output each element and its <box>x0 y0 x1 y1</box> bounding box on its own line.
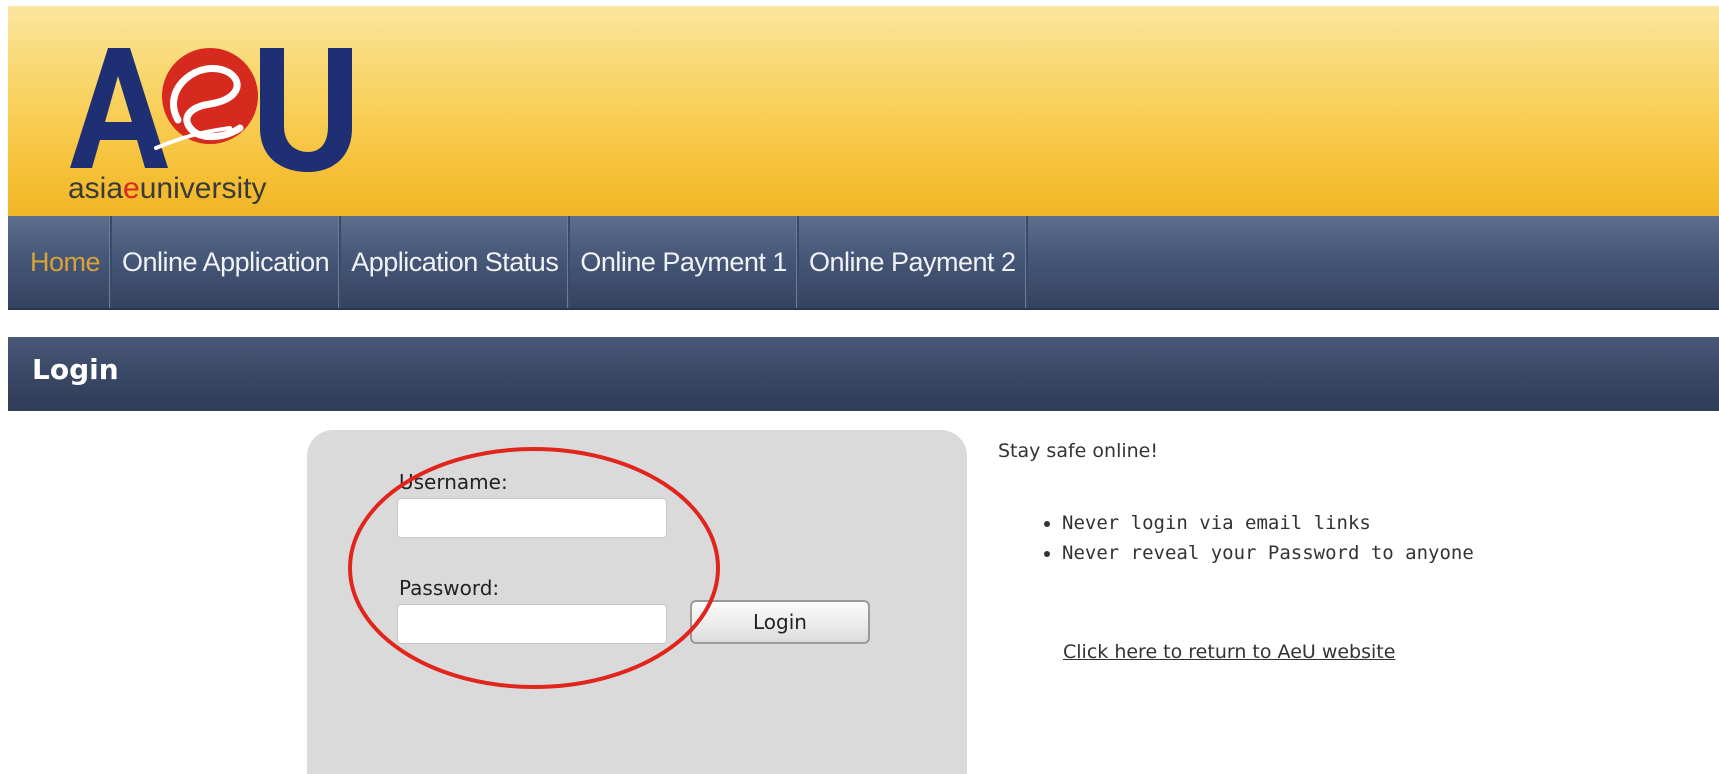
title-bar: Login <box>8 337 1719 411</box>
nav-item-online-payment-2[interactable]: Online Payment 2 <box>799 216 1028 308</box>
aeu-logo[interactable]: asiaeuniversity <box>60 28 360 208</box>
nav-item-online-application[interactable]: Online Application <box>112 216 342 308</box>
nav-item-home[interactable]: Home <box>8 216 113 308</box>
password-input[interactable] <box>397 604 667 644</box>
list-item: Never login via email links <box>1062 508 1474 538</box>
page: asiaeuniversity Home Online Application … <box>0 0 1719 774</box>
safety-tips-list: Never login via email links Never reveal… <box>1026 508 1474 568</box>
main-nav: Home Online Application Application Stat… <box>8 216 1719 310</box>
password-label: Password: <box>399 576 500 600</box>
username-input[interactable] <box>397 498 667 538</box>
header-banner: asiaeuniversity <box>8 6 1719 216</box>
svg-text:asiaeuniversity: asiaeuniversity <box>68 172 266 205</box>
login-panel: Username: Password: Login <box>307 430 967 774</box>
return-to-website-link[interactable]: Click here to return to AeU website <box>1063 641 1395 663</box>
page-title: Login <box>32 353 119 386</box>
nav-item-application-status[interactable]: Application Status <box>341 216 571 308</box>
safety-title: Stay safe online! <box>998 440 1158 462</box>
list-item: Never reveal your Password to anyone <box>1062 538 1474 568</box>
login-button[interactable]: Login <box>690 600 870 644</box>
nav-item-online-payment-1[interactable]: Online Payment 1 <box>570 216 799 308</box>
username-label: Username: <box>399 470 508 494</box>
